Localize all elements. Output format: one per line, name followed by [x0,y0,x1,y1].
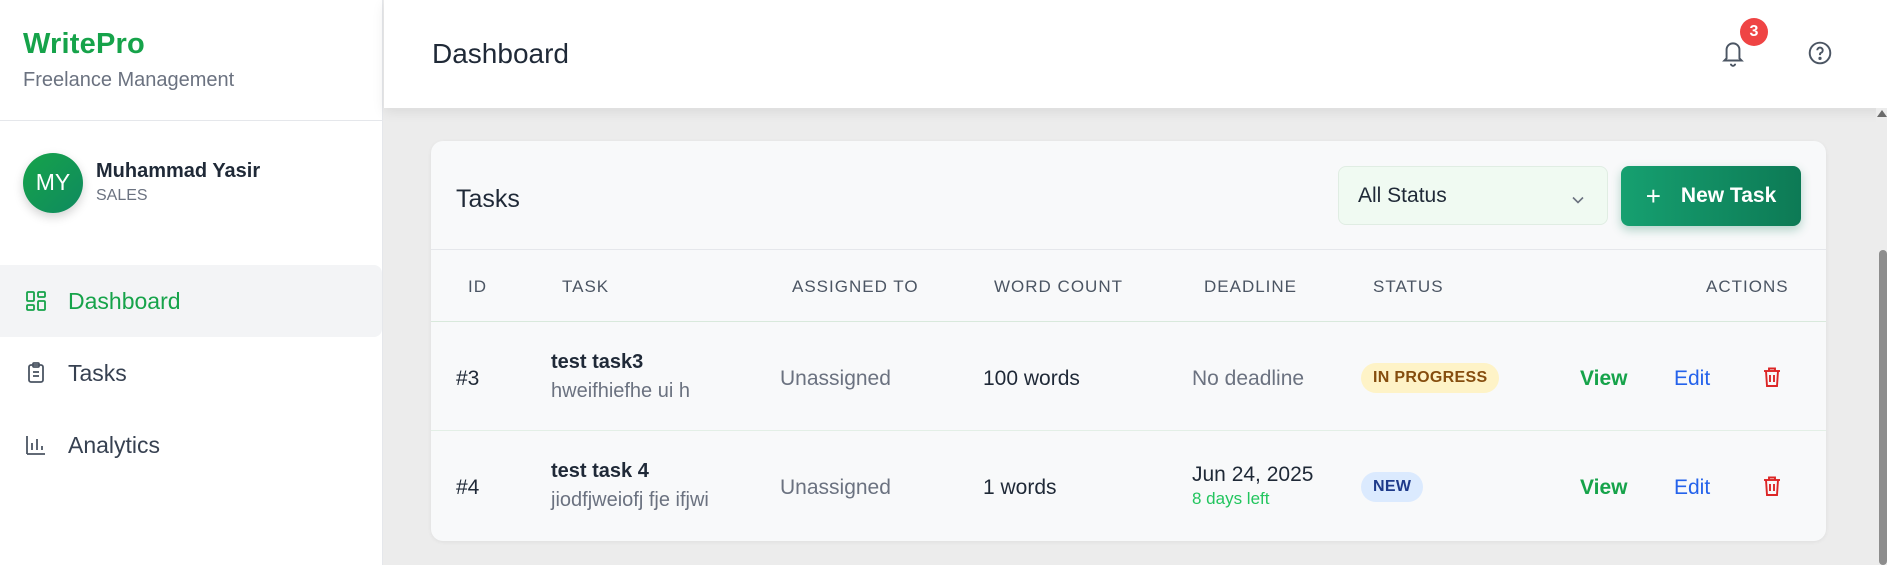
sidebar-item-analytics[interactable]: Analytics [0,409,382,481]
trash-icon[interactable] [1761,474,1783,498]
task-id: #4 [456,476,480,499]
brand-name: WritePro [23,28,145,60]
plus-icon: + [1645,181,1661,211]
edit-link[interactable]: Edit [1674,367,1710,391]
column-header-status: STATUS [1373,277,1444,296]
sidebar-nav: Dashboard Tasks Analytics [0,265,382,481]
status-filter-select[interactable]: All Status [1338,166,1608,225]
task-word-count: 1 words [983,476,1057,499]
bell-icon[interactable] [1720,38,1746,68]
page-title: Dashboard [432,38,569,69]
status-badge: IN PROGRESS [1361,363,1500,393]
sidebar-item-label: Analytics [68,431,161,458]
status-filter-value: All Status [1358,183,1447,207]
edit-link[interactable]: Edit [1674,476,1710,500]
status-badge: NEW [1361,472,1424,502]
scroll-up-arrow-icon[interactable] [1877,110,1887,117]
user-role: SALES [96,187,148,204]
tasks-card: Tasks All Status + New Task ID TASK ASSI… [431,141,1826,541]
task-title: test task 4 [551,460,649,482]
new-task-button[interactable]: + New Task [1621,166,1801,226]
sidebar: WritePro Freelance Management MY Muhamma… [0,0,383,565]
notification-badge: 3 [1740,18,1768,46]
table-header: ID TASK ASSIGNED TO WORD COUNT DEADLINE … [431,250,1826,322]
task-info: test task 4 jiodfjweiofj fje ifjwi [551,460,709,512]
task-id: #3 [456,367,480,390]
table-row: #4 test task 4 jiodfjweiofj fje ifjwi Un… [431,431,1826,540]
grid-icon [24,289,48,313]
tasks-title: Tasks [456,185,520,213]
task-title: test task3 [551,351,644,373]
task-description: jiodfjweiofj fje ifjwi [551,489,709,511]
brand: WritePro Freelance Management [0,0,382,121]
task-info: test task3 hweifhiefhe ui h [551,351,690,403]
column-header-assigned: ASSIGNED TO [792,277,919,296]
brand-subtitle: Freelance Management [23,69,235,91]
profile-text: Muhammad Yasir SALES [96,160,260,205]
column-header-id: ID [468,277,487,296]
avatar: MY [23,152,83,213]
task-deadline: No deadline [1192,367,1305,390]
task-assigned: Unassigned [780,367,891,390]
sidebar-item-tasks[interactable]: Tasks [0,337,382,409]
clipboard-icon [24,361,48,385]
user-profile: MY Muhammad Yasir SALES [0,121,382,266]
table-row: #3 test task3 hweifhiefhe ui h Unassigne… [431,322,1826,431]
sidebar-item-dashboard[interactable]: Dashboard [0,265,382,337]
column-header-deadline: DEADLINE [1204,277,1298,296]
top-header: Dashboard 3 [384,0,1887,108]
trash-icon[interactable] [1761,365,1783,389]
task-assigned: Unassigned [780,476,891,499]
task-deadline-block: Jun 24, 2025 8 days left [1192,463,1313,509]
scrollbar-thumb[interactable] [1879,250,1887,565]
task-deadline: Jun 24, 2025 [1192,463,1314,486]
bar-chart-icon [24,433,48,457]
column-header-actions: ACTIONS [1706,277,1789,296]
tasks-card-header: Tasks All Status + New Task [431,141,1826,250]
sidebar-item-label: Dashboard [68,287,181,314]
new-task-label: New Task [1680,184,1777,207]
help-icon[interactable] [1807,40,1833,66]
column-header-word-count: WORD COUNT [994,277,1123,296]
task-description: hweifhiefhe ui h [551,380,690,402]
column-header-task: TASK [562,277,610,296]
task-word-count: 100 words [983,367,1080,390]
user-name: Muhammad Yasir [96,160,261,182]
deadline-days-left: 8 days left [1192,489,1270,508]
view-link[interactable]: View [1580,367,1627,391]
sidebar-item-label: Tasks [68,359,127,386]
chevron-down-icon [1571,189,1585,204]
view-link[interactable]: View [1580,476,1627,500]
